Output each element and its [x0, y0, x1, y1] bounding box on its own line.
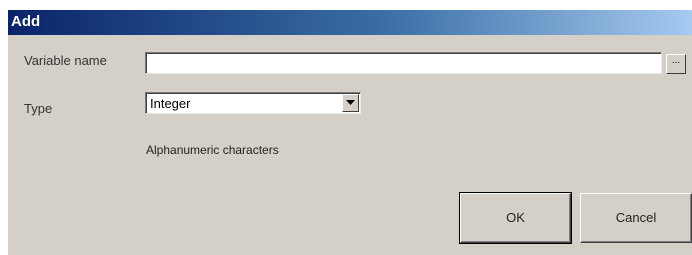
- chevron-down-icon: [346, 100, 355, 105]
- title-bar[interactable]: Add: [8, 10, 692, 35]
- ok-button[interactable]: OK: [459, 192, 572, 244]
- type-dropdown-button[interactable]: [342, 94, 359, 112]
- type-label: Type: [24, 101, 53, 116]
- type-hint-text: Alphanumeric characters: [146, 143, 279, 157]
- type-select[interactable]: Integer: [145, 92, 361, 114]
- type-selected-value: Integer: [150, 96, 191, 111]
- variable-name-input[interactable]: [145, 52, 662, 74]
- add-dialog: Add Variable name ... Type Integer Alpha…: [8, 10, 692, 255]
- dialog-title: Add: [11, 13, 41, 30]
- cancel-button[interactable]: Cancel: [580, 193, 692, 243]
- variable-name-label: Variable name: [24, 53, 107, 68]
- browse-button[interactable]: ...: [666, 54, 686, 74]
